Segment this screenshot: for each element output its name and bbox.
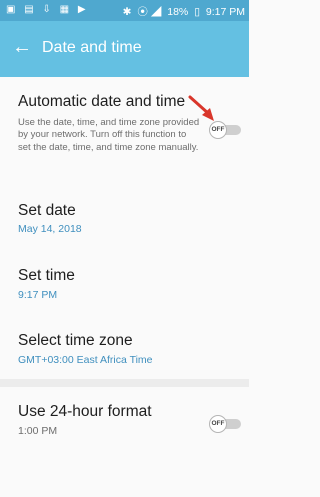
- setting-set-time[interactable]: Set time 9:17 PM: [0, 255, 249, 310]
- setting-value: May 14, 2018: [18, 223, 82, 235]
- setting-set-date[interactable]: Set date May 14, 2018: [0, 190, 249, 245]
- section-divider: [0, 379, 249, 387]
- setting-value: GMT+03:00 East Africa Time: [18, 354, 153, 366]
- setting-title: Set date: [18, 202, 76, 219]
- setting-title: Automatic date and time: [18, 93, 186, 110]
- setting-value: 1:00 PM: [18, 425, 58, 437]
- battery-icon: ▯: [194, 6, 200, 18]
- setting-description: Use the date, time, and time zone provid…: [18, 117, 200, 153]
- setting-title: Select time zone: [18, 332, 133, 349]
- back-arrow-icon[interactable]: ←: [12, 36, 32, 58]
- automatic-date-time-toggle[interactable]: OFF: [209, 121, 243, 139]
- setting-24-hour-format[interactable]: Use 24-hour format 1:00 PM OFF: [0, 387, 249, 447]
- toggle-knob: OFF: [209, 121, 227, 139]
- 24-hour-format-toggle[interactable]: OFF: [209, 415, 243, 433]
- setting-value: 9:17 PM: [18, 289, 58, 301]
- setting-title: Use 24-hour format: [18, 403, 152, 420]
- notification-icons: ▣ ▤ ⇩ ▦ ▶: [6, 4, 89, 15]
- signal-icon: ⦿ ◢: [137, 6, 162, 18]
- battery-percent: 18%: [167, 6, 189, 18]
- page-title: Date and time: [42, 39, 142, 56]
- setting-select-time-zone[interactable]: Select time zone GMT+03:00 East Africa T…: [0, 320, 249, 375]
- status-bar: ▣ ▤ ⇩ ▦ ▶ ✱ ⦿ ◢ 18% ▯ 9:17 PM: [0, 0, 249, 21]
- setting-automatic-date-time[interactable]: Automatic date and time Use the date, ti…: [0, 77, 249, 157]
- app-bar: ← Date and time: [0, 21, 249, 77]
- status-right: ✱ ⦿ ◢ 18% ▯ 9:17 PM: [120, 4, 245, 19]
- toggle-knob: OFF: [209, 415, 227, 433]
- bluetooth-icon: ✱: [122, 6, 132, 18]
- clock: 9:17 PM: [205, 6, 245, 18]
- setting-title: Set time: [18, 267, 75, 284]
